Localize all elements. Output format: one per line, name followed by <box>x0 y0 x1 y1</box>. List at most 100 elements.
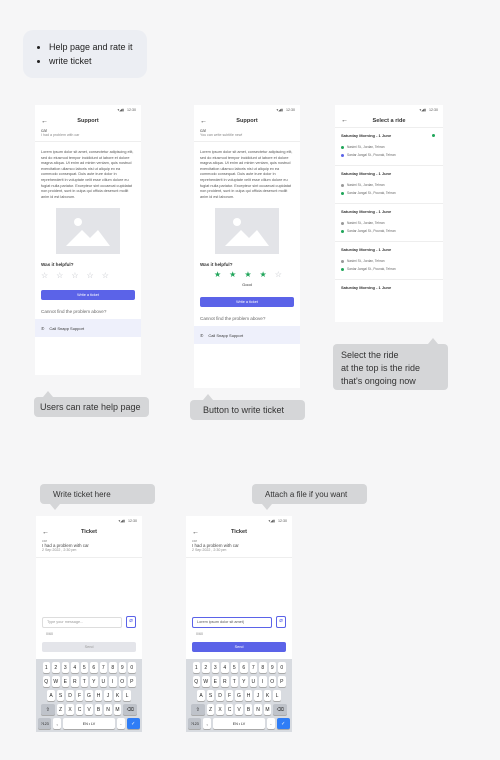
key[interactable]: P <box>278 676 286 687</box>
key[interactable]: O <box>268 676 276 687</box>
star-icon[interactable]: ☆ <box>56 271 63 280</box>
key[interactable]: A <box>47 690 55 701</box>
write-ticket-button[interactable]: Write a ticket <box>41 290 135 301</box>
back-arrow-icon[interactable]: ← <box>200 118 207 125</box>
key[interactable]: M <box>113 704 122 715</box>
key[interactable]: V <box>85 704 93 715</box>
backspace-key-icon[interactable]: ⌫ <box>273 704 288 715</box>
key[interactable]: 2 <box>202 662 210 673</box>
key[interactable]: L <box>273 690 281 701</box>
space-key[interactable]: EN • LV <box>212 718 266 729</box>
key[interactable]: Q <box>192 676 200 687</box>
star-icon[interactable]: ☆ <box>87 271 94 280</box>
key[interactable]: 1 <box>192 662 200 673</box>
key[interactable]: 3 <box>211 662 219 673</box>
key[interactable]: 6 <box>240 662 248 673</box>
attach-icon[interactable]: ⌀ <box>276 616 286 628</box>
key[interactable]: 0 <box>128 662 136 673</box>
key[interactable]: 8 <box>109 662 117 673</box>
key[interactable]: J <box>104 690 112 701</box>
key[interactable]: F <box>75 690 84 701</box>
key[interactable]: K <box>113 690 122 701</box>
key[interactable]: C <box>225 704 234 715</box>
key[interactable]: H <box>244 690 253 701</box>
key[interactable]: B <box>94 704 103 715</box>
period-key[interactable]: . <box>117 718 125 729</box>
key[interactable]: P <box>128 676 136 687</box>
comma-key[interactable]: , <box>53 718 61 729</box>
key[interactable]: C <box>75 704 84 715</box>
key[interactable]: 5 <box>80 662 88 673</box>
key[interactable]: E <box>211 676 219 687</box>
send-button[interactable]: Send <box>192 642 286 652</box>
key[interactable]: U <box>249 676 257 687</box>
key[interactable]: V <box>235 704 243 715</box>
key[interactable]: Z <box>56 704 65 715</box>
key[interactable]: Y <box>240 676 248 687</box>
ride-item[interactable]: Saturday Morning - 1 June Nasimi St., Jo… <box>335 166 443 204</box>
key[interactable]: 4 <box>71 662 79 673</box>
key[interactable]: F <box>225 690 234 701</box>
key[interactable]: E <box>61 676 69 687</box>
enter-check-icon[interactable]: ✓ <box>126 718 140 729</box>
key[interactable]: X <box>66 704 74 715</box>
mode-key[interactable]: ?123 <box>38 718 52 729</box>
key[interactable]: W <box>52 676 60 687</box>
key[interactable]: 9 <box>118 662 126 673</box>
ride-item[interactable]: Saturday Morning - 1 June <box>335 280 443 301</box>
key[interactable]: 9 <box>268 662 276 673</box>
key[interactable]: 7 <box>99 662 107 673</box>
key[interactable]: 6 <box>90 662 98 673</box>
call-support-button[interactable]: ✆ Call Snapp Support <box>35 319 141 338</box>
send-button[interactable]: Send <box>42 642 136 652</box>
key[interactable]: G <box>85 690 93 701</box>
key[interactable]: 8 <box>259 662 267 673</box>
key[interactable]: D <box>216 690 224 701</box>
call-support-button[interactable]: ✆ Call Snapp Support <box>194 326 300 345</box>
star-rating[interactable]: ☆ ☆ ☆ ☆ ☆ <box>35 271 141 280</box>
key[interactable]: 1 <box>42 662 50 673</box>
star-icon[interactable]: ★ <box>214 270 221 279</box>
shift-key-icon[interactable]: ⇧ <box>40 704 55 715</box>
key[interactable]: K <box>263 690 272 701</box>
key[interactable]: R <box>221 676 229 687</box>
message-input[interactable]: Type your message... <box>42 616 122 628</box>
key[interactable]: Z <box>206 704 215 715</box>
key[interactable]: 0 <box>278 662 286 673</box>
key[interactable]: 3 <box>61 662 69 673</box>
key[interactable]: W <box>202 676 210 687</box>
shift-key-icon[interactable]: ⇧ <box>190 704 205 715</box>
key[interactable]: 4 <box>221 662 229 673</box>
key[interactable]: J <box>254 690 262 701</box>
space-key[interactable]: EN • LV <box>62 718 116 729</box>
key[interactable]: 2 <box>52 662 60 673</box>
key[interactable]: N <box>104 704 112 715</box>
key[interactable]: S <box>56 690 65 701</box>
key[interactable]: I <box>259 676 267 687</box>
key[interactable]: I <box>109 676 117 687</box>
star-icon[interactable]: ☆ <box>102 271 109 280</box>
period-key[interactable]: . <box>267 718 275 729</box>
key[interactable]: X <box>216 704 224 715</box>
star-rating[interactable]: ★ ★ ★ ★ ☆ <box>194 270 300 279</box>
ride-item[interactable]: Saturday Morning - 1 June Nasimi St., Jo… <box>335 128 443 166</box>
enter-check-icon[interactable]: ✓ <box>276 718 290 729</box>
back-arrow-icon[interactable]: ← <box>42 529 49 536</box>
key[interactable]: Y <box>90 676 98 687</box>
back-arrow-icon[interactable]: ← <box>41 118 48 125</box>
backspace-key-icon[interactable]: ⌫ <box>123 704 138 715</box>
key[interactable]: T <box>80 676 88 687</box>
mode-key[interactable]: ?123 <box>188 718 202 729</box>
star-icon[interactable]: ★ <box>229 270 236 279</box>
message-input[interactable]: Lorem ipsum dolor sit amet| <box>192 616 272 628</box>
star-icon[interactable]: ★ <box>244 270 251 279</box>
key[interactable]: G <box>235 690 243 701</box>
key[interactable]: B <box>244 704 253 715</box>
key[interactable]: H <box>94 690 103 701</box>
comma-key[interactable]: , <box>203 718 211 729</box>
key[interactable]: D <box>66 690 74 701</box>
key[interactable]: L <box>123 690 131 701</box>
key[interactable]: U <box>99 676 107 687</box>
key[interactable]: S <box>206 690 215 701</box>
back-arrow-icon[interactable]: ← <box>341 117 348 124</box>
